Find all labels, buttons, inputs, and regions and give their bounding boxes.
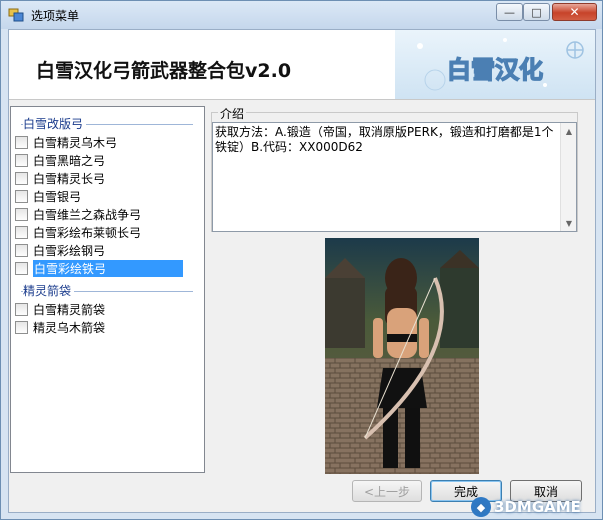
list-item-label: 白雪彩绘布莱顿长弓: [33, 226, 142, 240]
maximize-button[interactable]: □: [523, 3, 550, 21]
list-item[interactable]: 白雪精灵乌木弓: [15, 134, 185, 151]
scroll-up-icon[interactable]: ▲: [561, 123, 577, 139]
title-bar[interactable]: 选项菜单 — □ ✕: [1, 1, 602, 29]
intro-legend: 介绍: [218, 105, 247, 122]
list-item-label: 白雪银弓: [33, 190, 82, 204]
list-item[interactable]: 白雪银弓: [15, 188, 185, 205]
list-item[interactable]: 白雪维兰之森战争弓: [15, 206, 185, 223]
watermark-logo-icon: ◆: [471, 497, 491, 517]
intro-group: 介绍 获取方法：A.锻造（帝国，取消原版PERK，锻造和打磨都是1个铁锭）B.代…: [211, 105, 578, 232]
list-item-label: 白雪彩绘钢弓: [33, 244, 106, 258]
close-icon: ✕: [569, 5, 580, 19]
list-item-label: 白雪维兰之森战争弓: [33, 208, 142, 222]
list-item[interactable]: 精灵乌木箭袋: [15, 319, 185, 336]
intro-textbox[interactable]: 获取方法：A.锻造（帝国，取消原版PERK，锻造和打磨都是1个铁锭）B.代码：X…: [212, 122, 577, 232]
watermark-text: 3DMGAME: [494, 498, 581, 516]
header-banner: 白雪汉化弓箭武器整合包v2.0 白雪汉化: [9, 30, 595, 100]
checkbox[interactable]: [15, 208, 28, 221]
snow-logo-image: 白雪汉化: [395, 30, 595, 99]
checkbox[interactable]: [15, 172, 28, 185]
list-item[interactable]: 白雪彩绘铁弓: [15, 260, 185, 277]
group-header: 精灵箭袋: [11, 282, 201, 299]
intro-scrollbar[interactable]: ▲ ▼: [560, 123, 576, 231]
preview-image: [325, 238, 479, 474]
list-item[interactable]: 白雪精灵箭袋: [15, 301, 185, 318]
list-item-label: 白雪精灵长弓: [33, 172, 106, 186]
logo-text: 白雪汉化: [447, 56, 543, 84]
checkbox[interactable]: [15, 136, 28, 149]
list-item-label: 白雪精灵箭袋: [33, 303, 106, 317]
checkbox[interactable]: [15, 226, 28, 239]
banner-title: 白雪汉化弓箭武器整合包v2.0: [36, 60, 292, 82]
list-item-label: 白雪黑暗之弓: [33, 154, 106, 168]
checkbox[interactable]: [15, 303, 28, 316]
minimize-button[interactable]: —: [496, 3, 523, 21]
intro-text: 获取方法：A.锻造（帝国，取消原版PERK，锻造和打磨都是1个铁锭）B.代码：X…: [215, 125, 554, 154]
client-area: 白雪汉化弓箭武器整合包v2.0 白雪汉化 白雪改版弓 白雪精灵乌木弓 白雪黑暗之…: [8, 29, 596, 513]
window: 选项菜单 — □ ✕ 白雪汉化弓箭武器整合包v2.0 白雪汉化 白雪改版弓 白雪…: [0, 0, 603, 520]
group-header: 白雪改版弓: [11, 115, 201, 132]
list-item[interactable]: 白雪彩绘布莱顿长弓: [15, 224, 185, 241]
scroll-down-icon[interactable]: ▼: [561, 215, 577, 231]
minimize-icon: —: [504, 5, 515, 19]
checkbox[interactable]: [15, 190, 28, 203]
group-header-label: 白雪改版弓: [23, 115, 87, 132]
checkbox[interactable]: [15, 244, 28, 257]
list-item-label: 白雪精灵乌木弓: [33, 136, 118, 150]
list-item[interactable]: 白雪彩绘钢弓: [15, 242, 185, 259]
checkbox[interactable]: [15, 154, 28, 167]
previous-button[interactable]: <上一步: [352, 480, 422, 502]
app-icon: [8, 8, 24, 22]
site-watermark: ◆ 3DMGAME: [471, 494, 603, 520]
list-item-label: 精灵乌木箭袋: [33, 321, 106, 335]
checkbox[interactable]: [15, 262, 28, 275]
list-item-label: 白雪彩绘铁弓: [33, 260, 183, 277]
close-button[interactable]: ✕: [552, 3, 597, 21]
checkbox[interactable]: [15, 321, 28, 334]
group-header-label: 精灵箭袋: [23, 282, 75, 299]
list-item[interactable]: 白雪精灵长弓: [15, 170, 185, 187]
maximize-icon: □: [531, 5, 542, 19]
list-item[interactable]: 白雪黑暗之弓: [15, 152, 185, 169]
option-list-panel[interactable]: 白雪改版弓 白雪精灵乌木弓 白雪黑暗之弓 白雪精灵长弓 白雪银弓 白雪维兰之森战争弓 白雪彩…: [10, 106, 205, 473]
window-title: 选项菜单: [31, 9, 80, 23]
